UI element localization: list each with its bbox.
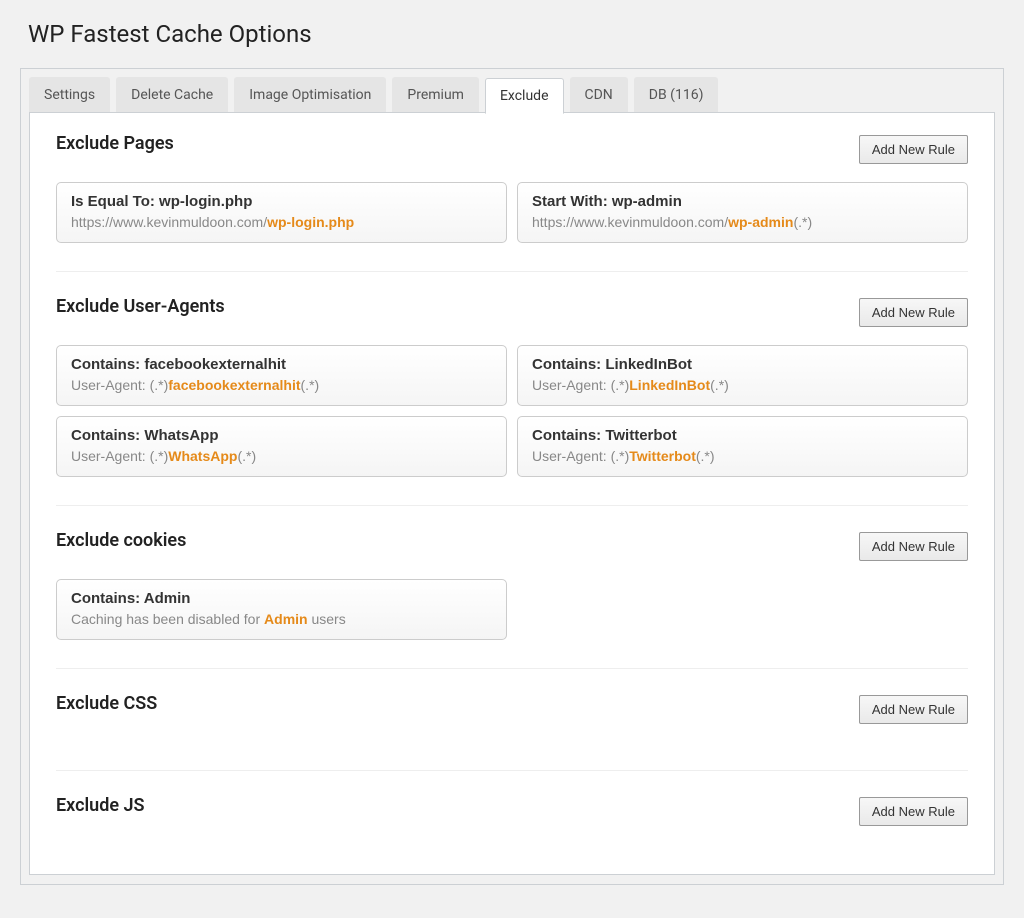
- rule-desc-pre: https://www.kevinmuldoon.com/: [71, 214, 267, 230]
- rule-desc-post: (.*): [237, 448, 256, 464]
- section-title: Exclude Pages: [56, 133, 174, 154]
- tab-delete-cache[interactable]: Delete Cache: [116, 77, 228, 113]
- rule-card[interactable]: Start With: wp-admin https://www.kevinmul…: [517, 182, 968, 243]
- section-header: Exclude JS Add New Rule: [56, 795, 968, 826]
- rule-desc-highlight: WhatsApp: [168, 448, 237, 464]
- tab-content-exclude: Exclude Pages Add New Rule Is Equal To: wp…: [29, 112, 995, 875]
- section-exclude-js: Exclude JS Add New Rule: [56, 795, 968, 826]
- rule-desc-pre: User-Agent: (.*): [532, 448, 629, 464]
- rule-title: Contains: facebookexternalhit: [71, 356, 492, 373]
- section-title: Exclude JS: [56, 795, 145, 816]
- tab-exclude[interactable]: Exclude: [485, 78, 564, 114]
- rule-desc-pre: https://www.kevinmuldoon.com/: [532, 214, 728, 230]
- rule-desc-highlight: Twitterbot: [629, 448, 696, 464]
- rule-desc-pre: User-Agent: (.*): [532, 377, 629, 393]
- add-new-rule-button[interactable]: Add New Rule: [859, 797, 968, 826]
- rule-desc-highlight: facebookexternalhit: [168, 377, 300, 393]
- rule-title: Contains: Twitterbot: [532, 427, 953, 444]
- section-header: Exclude cookies Add New Rule: [56, 530, 968, 561]
- rule-description: User-Agent: (.*)Twitterbot(.*): [532, 448, 953, 464]
- section-exclude-pages: Exclude Pages Add New Rule Is Equal To: wp…: [56, 133, 968, 272]
- section-title: Exclude CSS: [56, 693, 157, 714]
- options-panel: SettingsDelete CacheImage OptimisationPr…: [20, 68, 1004, 885]
- tab-cdn[interactable]: CDN: [570, 77, 628, 113]
- rule-description: Caching has been disabled for Admin user…: [71, 611, 492, 627]
- rule-title: Contains: LinkedInBot: [532, 356, 953, 373]
- section-exclude-cookies: Exclude cookies Add New Rule Contains: Adm…: [56, 530, 968, 669]
- rule-desc-post: (.*): [793, 214, 812, 230]
- rule-title: Contains: WhatsApp: [71, 427, 492, 444]
- rule-card[interactable]: Contains: facebookexternalhit User-Agent:…: [56, 345, 507, 406]
- rule-description: https://www.kevinmuldoon.com/wp-admin(.*…: [532, 214, 953, 230]
- tab-settings[interactable]: Settings: [29, 77, 110, 113]
- tab-db-116-[interactable]: DB (116): [634, 77, 719, 113]
- section-exclude-css: Exclude CSS Add New Rule: [56, 693, 968, 771]
- rule-description: User-Agent: (.*)LinkedInBot(.*): [532, 377, 953, 393]
- rule-card[interactable]: Contains: LinkedInBot User-Agent: (.*)Lin…: [517, 345, 968, 406]
- section-header: Exclude Pages Add New Rule: [56, 133, 968, 164]
- rule-desc-post: (.*): [696, 448, 715, 464]
- rule-desc-pre: Caching has been disabled for: [71, 611, 264, 627]
- section-title: Exclude cookies: [56, 530, 186, 551]
- rule-desc-post: (.*): [710, 377, 729, 393]
- rule-desc-highlight: wp-admin: [728, 214, 793, 230]
- tabs-bar: SettingsDelete CacheImage OptimisationPr…: [21, 69, 1003, 113]
- section-header: Exclude CSS Add New Rule: [56, 693, 968, 724]
- rule-description: User-Agent: (.*)WhatsApp(.*): [71, 448, 492, 464]
- rule-desc-highlight: Admin: [264, 611, 308, 627]
- rule-title: Is Equal To: wp-login.php: [71, 193, 492, 210]
- section-header: Exclude User-Agents Add New Rule: [56, 296, 968, 327]
- rules-grid: Contains: Admin Caching has been disabled…: [56, 579, 968, 640]
- add-new-rule-button[interactable]: Add New Rule: [859, 532, 968, 561]
- section-title: Exclude User-Agents: [56, 296, 225, 317]
- rule-card[interactable]: Contains: Admin Caching has been disabled…: [56, 579, 507, 640]
- add-new-rule-button[interactable]: Add New Rule: [859, 695, 968, 724]
- rule-card[interactable]: Is Equal To: wp-login.php https://www.kev…: [56, 182, 507, 243]
- rule-desc-highlight: wp-login.php: [267, 214, 354, 230]
- rule-description: User-Agent: (.*)facebookexternalhit(.*): [71, 377, 492, 393]
- tab-premium[interactable]: Premium: [392, 77, 479, 113]
- rule-desc-post: (.*): [301, 377, 320, 393]
- rule-description: https://www.kevinmuldoon.com/wp-login.ph…: [71, 214, 492, 230]
- rules-grid: Contains: facebookexternalhit User-Agent:…: [56, 345, 968, 477]
- rule-desc-pre: User-Agent: (.*): [71, 448, 168, 464]
- rule-desc-post: users: [308, 611, 346, 627]
- rule-desc-highlight: LinkedInBot: [629, 377, 710, 393]
- tab-image-optimisation[interactable]: Image Optimisation: [234, 77, 386, 113]
- add-new-rule-button[interactable]: Add New Rule: [859, 298, 968, 327]
- rules-grid: Is Equal To: wp-login.php https://www.kev…: [56, 182, 968, 243]
- rule-desc-pre: User-Agent: (.*): [71, 377, 168, 393]
- page-title: WP Fastest Cache Options: [28, 20, 1004, 48]
- add-new-rule-button[interactable]: Add New Rule: [859, 135, 968, 164]
- rule-card[interactable]: Contains: WhatsApp User-Agent: (.*)WhatsA…: [56, 416, 507, 477]
- section-exclude-user-agents: Exclude User-Agents Add New Rule Contains:…: [56, 296, 968, 506]
- rule-title: Contains: Admin: [71, 590, 492, 607]
- rule-title: Start With: wp-admin: [532, 193, 953, 210]
- rule-card[interactable]: Contains: Twitterbot User-Agent: (.*)Twit…: [517, 416, 968, 477]
